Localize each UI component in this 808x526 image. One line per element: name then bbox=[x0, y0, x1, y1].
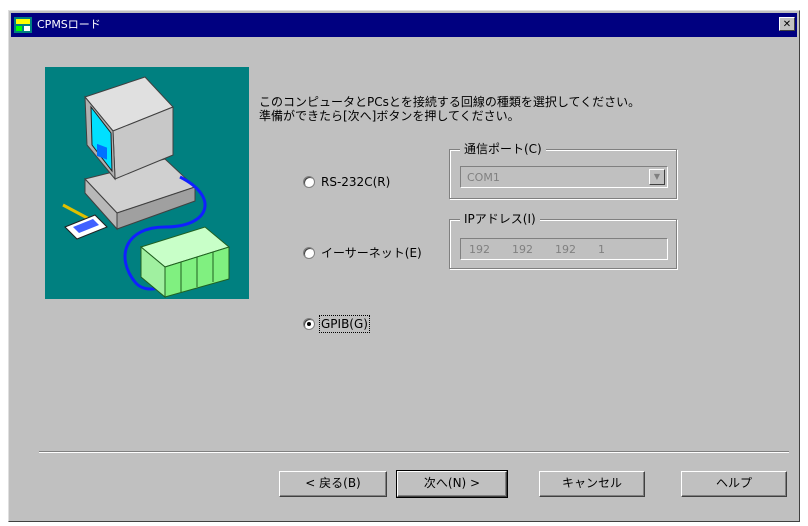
radio-button[interactable] bbox=[303, 318, 315, 330]
ip-octet: 192 bbox=[555, 242, 576, 256]
group-label: IPアドレス(I) bbox=[460, 212, 540, 226]
separator bbox=[39, 451, 789, 453]
port-group: 通信ポート(C) COM1 ▼ bbox=[449, 142, 677, 199]
radio-gpib[interactable]: GPIB(G) bbox=[303, 315, 370, 333]
radio-rs232c[interactable]: RS-232C(R) bbox=[303, 175, 390, 189]
instruction-text: このコンピュータとPCsとを接続する回線の種類を選択してください。 準備ができた… bbox=[259, 95, 641, 123]
chevron-down-icon[interactable]: ▼ bbox=[649, 169, 665, 185]
group-label: 通信ポート(C) bbox=[460, 142, 546, 156]
ip-octet: 192 bbox=[469, 242, 490, 256]
help-button[interactable]: ヘルプ bbox=[681, 471, 787, 497]
radio-label: GPIB(G) bbox=[319, 315, 370, 333]
ip-group: IPアドレス(I) 192 192 192 1 bbox=[449, 212, 677, 269]
port-value: COM1 bbox=[467, 171, 500, 184]
port-select[interactable]: COM1 ▼ bbox=[460, 166, 668, 188]
app-icon bbox=[14, 17, 32, 33]
ip-octet: 192 bbox=[512, 242, 533, 256]
radio-label: RS-232C(R) bbox=[321, 175, 391, 189]
radio-button[interactable] bbox=[303, 246, 315, 259]
dialog-window: CPMSロード ✕ このコンピュータとPCsとを接続する回線の種類を選択してくだ… bbox=[8, 10, 800, 522]
close-icon[interactable]: ✕ bbox=[779, 17, 795, 31]
ip-address-field[interactable]: 192 192 192 1 bbox=[460, 238, 668, 260]
connection-illustration bbox=[45, 67, 249, 299]
ip-octet: 1 bbox=[598, 242, 605, 256]
title-bar: CPMSロード ✕ bbox=[11, 13, 797, 37]
radio-label: イーサーネット(E) bbox=[321, 246, 422, 260]
back-button[interactable]: < 戻る(B) bbox=[279, 471, 387, 497]
cancel-button[interactable]: キャンセル bbox=[539, 471, 645, 497]
window-title: CPMSロード bbox=[37, 18, 101, 31]
next-button[interactable]: 次へ(N) > bbox=[396, 470, 508, 498]
radio-ethernet[interactable]: イーサーネット(E) bbox=[303, 244, 422, 261]
radio-button[interactable] bbox=[303, 176, 315, 188]
